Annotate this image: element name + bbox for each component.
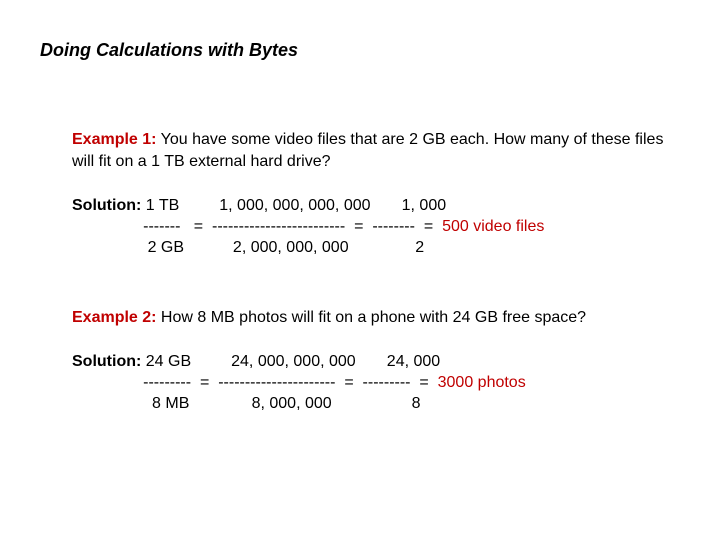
document-page: Doing Calculations with Bytes Example 1:… <box>0 0 720 415</box>
example-1-question: Example 1: You have some video files tha… <box>72 129 680 172</box>
calc2-line2: --------- = ---------------------- = ---… <box>72 374 438 391</box>
example-1-solution: Solution: 1 TB 1, 000, 000, 000, 000 1, … <box>72 196 680 258</box>
example-1-text: You have some video files that are 2 GB … <box>72 131 663 170</box>
solution-label-1: Solution: <box>72 197 141 214</box>
calc1-line3: 2 GB 2, 000, 000, 000 2 <box>72 239 424 256</box>
example-1-answer: 500 video files <box>442 218 544 235</box>
calc2-line3: 8 MB 8, 000, 000 8 <box>72 395 421 412</box>
content-body: Example 1: You have some video files tha… <box>40 129 680 415</box>
example-2-text: How 8 MB photos will fit on a phone with… <box>156 309 586 326</box>
calc2-line1: 24 GB 24, 000, 000, 000 24, 000 <box>141 353 440 370</box>
example-2-question: Example 2: How 8 MB photos will fit on a… <box>72 307 680 329</box>
example-2-solution: Solution: 24 GB 24, 000, 000, 000 24, 00… <box>72 352 680 414</box>
calc1-line2: ------- = ------------------------- = --… <box>72 218 442 235</box>
example-1-heading: Example 1: <box>72 131 156 148</box>
page-title: Doing Calculations with Bytes <box>40 40 680 61</box>
calc1-line1: 1 TB 1, 000, 000, 000, 000 1, 000 <box>141 197 446 214</box>
example-2-heading: Example 2: <box>72 309 156 326</box>
solution-label-2: Solution: <box>72 353 141 370</box>
example-2-answer: 3000 photos <box>438 374 526 391</box>
